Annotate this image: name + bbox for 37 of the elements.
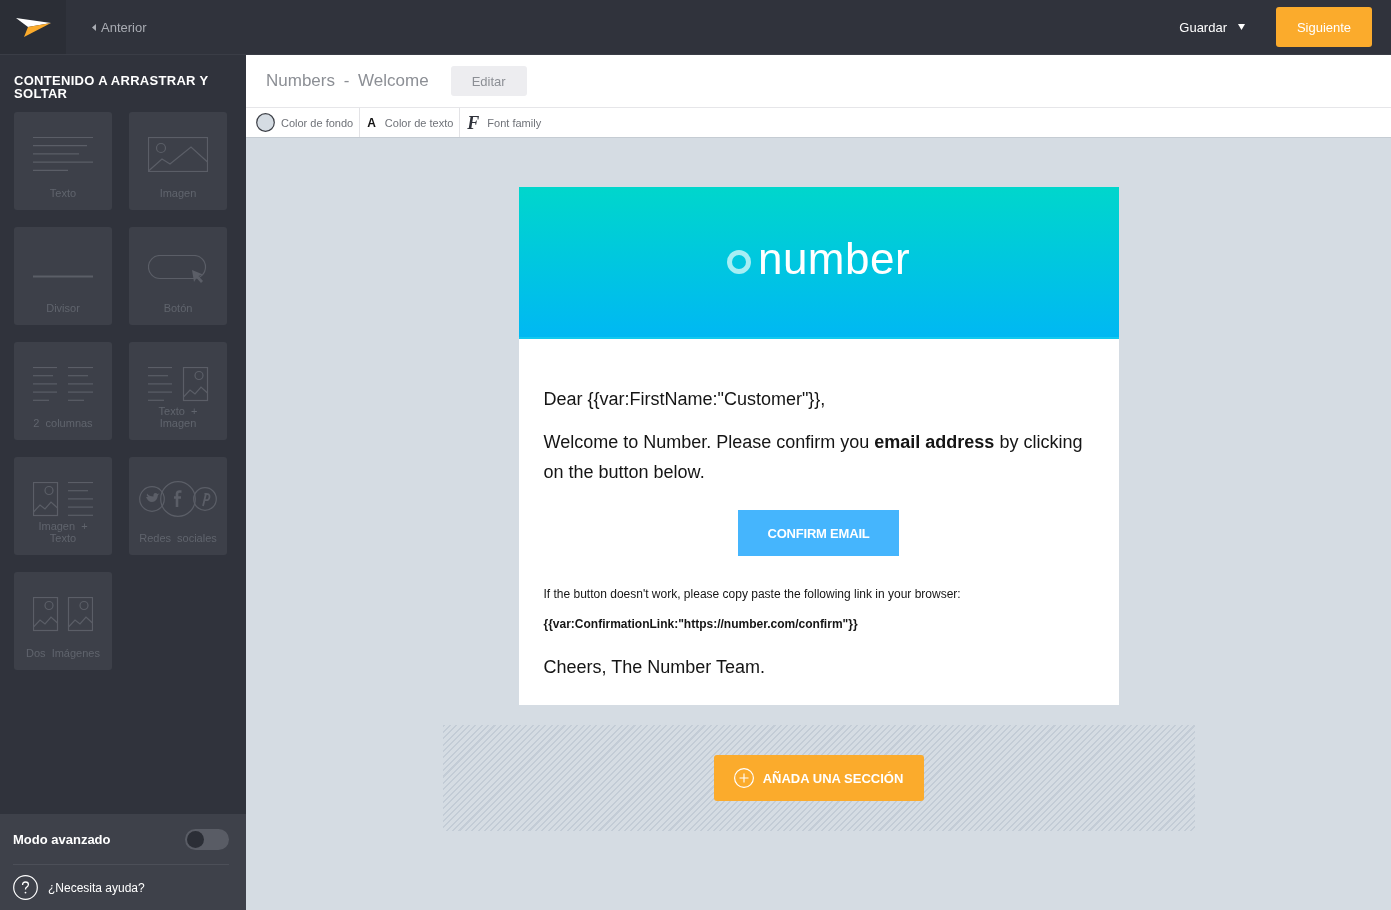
edit-button[interactable]: Editar [450,66,527,96]
two-columns-icon [33,367,93,401]
image-text-icon [32,482,94,517]
toggle-switch[interactable] [185,828,229,850]
text-image-icon [147,367,209,402]
confirm-email-button[interactable]: CONFIRM EMAIL [738,510,899,556]
greeting-text: Dear {{var:FirstName:"Customer"}}, [543,388,827,411]
plus-circle-icon [733,768,754,788]
caret-left-icon [92,23,96,31]
caret-down-icon [1238,24,1245,30]
font-family-tool[interactable]: F Font family [467,108,548,137]
letter-a-icon: A [367,116,376,129]
save-menu-button[interactable]: Guardar [1179,19,1245,35]
background-color-tool[interactable]: Color de fondo [256,108,361,137]
fallback-note: If the button doesn't work, please copy paste the following link in your browser: [543,586,962,603]
sidebar-title: CONTENIDO A ARRASTRAR Y SOLTAR [14,74,210,100]
image-icon [148,137,208,172]
ring-icon [726,250,751,274]
add-section-button[interactable]: AÑADA UNA SECCIÓN [713,755,924,801]
logo-wordmark: number [757,236,911,285]
text-color-tool[interactable]: A Color de texto [367,108,461,137]
two-images-icon [33,597,93,632]
color-swatch-icon [256,113,275,132]
help-link[interactable]: ¿Necesita ayuda? [13,875,145,900]
sign-off-text: Cheers, The Number Team. [543,656,766,679]
paper-plane-icon [15,17,51,37]
back-link[interactable]: Anterior [92,19,147,35]
help-icon [13,875,38,900]
text-lines-icon [33,137,93,171]
intro-paragraph: Welcome to Number. Please confirm you email address by clicking on the button below. [543,431,1084,484]
social-circles-icon [139,481,217,517]
document-title: Numbers - Welcome [266,71,429,91]
letter-f-icon: F [467,113,480,132]
advanced-mode-label: Modo avanzado [13,831,111,847]
next-button[interactable]: Siguiente [1276,7,1372,47]
confirmation-link-text: {{var:ConfirmationLink:"https://number.com/confirm"}} [543,616,859,633]
button-shape-icon [148,255,208,285]
